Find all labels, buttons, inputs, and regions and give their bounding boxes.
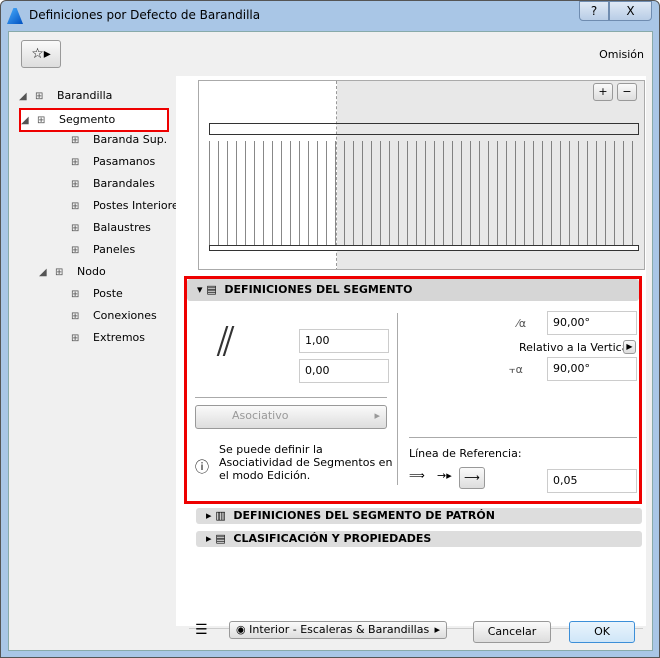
tree-item-label: Conexiones: [93, 309, 157, 322]
height-diagram-icon: ⫽: [217, 319, 235, 365]
title-bar: Definiciones por Defecto de Barandilla ?…: [1, 1, 659, 31]
main-area: + − ▾ ▤ DEFINICIONES DEL SEGMENTO ⫽ 1,00…: [176, 76, 646, 626]
tree-item-label: Nodo: [77, 265, 106, 278]
tree-item-label: Segmento: [59, 113, 116, 126]
tree-item-label: Paneles: [93, 243, 136, 256]
reference-line-label: Línea de Referencia:: [409, 447, 522, 460]
segment-section-header[interactable]: ▾ ▤ DEFINICIONES DEL SEGMENTO: [187, 279, 639, 301]
tree-item[interactable]: ⊞ Baranda Sup.: [71, 130, 167, 150]
tree-item[interactable]: ⊞ Postes Interiores: [71, 196, 184, 216]
angle-icon: ⁄α: [517, 317, 527, 330]
railing-part-icon: ⊞: [71, 223, 80, 234]
layer-icon: ☰: [195, 622, 208, 638]
railing-preview: + −: [198, 80, 645, 270]
app-icon: [7, 8, 23, 24]
tree-item[interactable]: ⊞ Balaustres: [71, 218, 151, 238]
slope-angle-input[interactable]: 90,00°: [547, 357, 637, 381]
railing-part-icon: ⊞: [71, 333, 80, 344]
railing-part-icon: ⊞: [71, 289, 80, 300]
railing-part-icon: ⊞: [71, 135, 80, 146]
tree-item-label: Pasamanos: [93, 155, 156, 168]
status-label: Omisión: [599, 48, 644, 61]
railing-part-icon: ⊞: [71, 245, 80, 256]
tree-item[interactable]: ⊞ Paneles: [71, 240, 135, 260]
window-title: Definiciones por Defecto de Barandilla: [29, 8, 261, 22]
tree-item-label: Baranda Sup.: [93, 133, 168, 146]
tree-item[interactable]: ⊞ Conexiones: [71, 306, 157, 326]
tree-item-label: Balaustres: [93, 221, 151, 234]
tree-item-label: Postes Interiores: [93, 199, 185, 212]
tree-item[interactable]: ◢ ⊞ Segmento: [19, 108, 169, 132]
dialog-window: Definiciones por Defecto de Barandilla ?…: [0, 0, 660, 658]
railing-part-icon: ⊞: [71, 201, 80, 212]
offset-input[interactable]: 0,00: [299, 359, 389, 383]
settings-tree: ◢ ⊞ Barandilla ◢ ⊞ Segmento ⊞ Baranda Sup. ⊞ Pasa…: [19, 82, 184, 612]
railing-part-icon: ⊞: [71, 157, 80, 168]
height-input[interactable]: 1,00: [299, 329, 389, 353]
associative-dropdown[interactable]: Asociativo ▸: [195, 405, 387, 429]
tree-item-label: Extremos: [93, 331, 145, 344]
info-icon: ⓘ: [195, 460, 209, 476]
info-text: Se puede definir la Asociatividad de Seg…: [219, 443, 393, 482]
tree-item[interactable]: ◢ ⊞ Nodo: [39, 262, 106, 282]
help-button[interactable]: ?: [579, 1, 609, 21]
star-icon: ☆▸: [31, 46, 51, 62]
expand-arrow-icon: ◢: [21, 115, 29, 126]
tree-item-label: Barandilla: [57, 89, 113, 102]
tree-item-label: Poste: [93, 287, 123, 300]
refline-left-icon[interactable]: ⟹: [409, 469, 425, 482]
railing-part-icon: ⊞: [37, 115, 46, 126]
tree-item[interactable]: ◢ ⊞ Barandilla: [19, 86, 112, 106]
favorites-button[interactable]: ☆▸: [21, 40, 61, 68]
reference-offset-input[interactable]: 0,05: [547, 469, 637, 493]
railing-part-icon: ⊞: [35, 91, 44, 102]
expand-arrow-icon: ◢: [19, 91, 27, 102]
eye-icon: ◉: [236, 623, 246, 636]
railing-part-icon: ⊞: [71, 179, 80, 190]
classification-section-header[interactable]: ▸ ▤ CLASIFICACIÓN Y PROPIEDADES: [196, 531, 642, 547]
segment-settings-panel: ▾ ▤ DEFINICIONES DEL SEGMENTO ⫽ 1,00 0,0…: [184, 276, 642, 504]
tree-item[interactable]: ⊞ Poste: [71, 284, 123, 304]
section-title: DEFINICIONES DEL SEGMENTO: [224, 283, 413, 296]
relative-menu-button[interactable]: ▶: [623, 340, 636, 354]
close-button[interactable]: X: [609, 1, 652, 21]
layer-dropdown[interactable]: ◉ Interior - Escaleras & Barandillas ▸: [229, 621, 447, 639]
expand-arrow-icon: ◢: [39, 267, 47, 278]
railing-part-icon: ⊞: [71, 311, 80, 322]
zoom-in-button[interactable]: +: [593, 83, 613, 101]
slope-angle-icon: ⫟α: [509, 363, 523, 376]
zoom-out-button[interactable]: −: [617, 83, 637, 101]
pattern-section-header[interactable]: ▸ ▥ DEFINICIONES DEL SEGMENTO DE PATRÓN: [196, 508, 642, 524]
ok-button[interactable]: OK: [569, 621, 635, 643]
relative-label: Relativo a la Vertical: [519, 341, 632, 354]
tree-item[interactable]: ⊞ Pasamanos: [71, 152, 155, 172]
refline-center-icon[interactable]: →▸: [437, 469, 452, 482]
refline-right-button[interactable]: ⟶: [459, 467, 485, 489]
railing-part-icon: ⊞: [55, 267, 64, 278]
cancel-button[interactable]: Cancelar: [473, 621, 551, 643]
tree-item[interactable]: ⊞ Extremos: [71, 328, 145, 348]
tree-item[interactable]: ⊞ Barandales: [71, 174, 155, 194]
tree-item-label: Barandales: [93, 177, 155, 190]
angle-input[interactable]: 90,00°: [547, 311, 637, 335]
dialog-body: ☆▸ Omisión ◢ ⊞ Barandilla ◢ ⊞ Segmento ⊞ Barand…: [8, 31, 653, 651]
